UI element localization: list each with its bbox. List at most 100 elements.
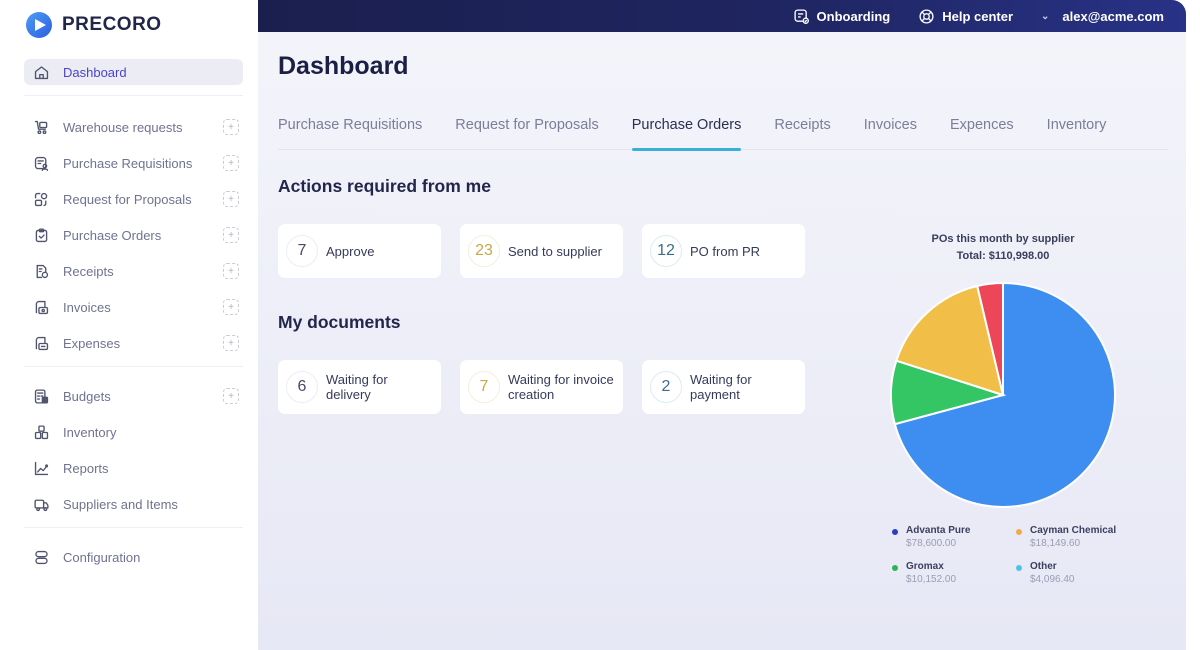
home-icon (32, 63, 50, 81)
top-bar: Onboarding Help center ⌄ alex@acme.com (258, 0, 1186, 32)
tab-inventory[interactable]: Inventory (1047, 110, 1107, 150)
onboarding-icon (793, 8, 809, 24)
sidebar-item-reports[interactable]: Reports (24, 455, 243, 481)
brand-logo[interactable]: PRECORO (26, 12, 162, 38)
documents-section-title: My documents (278, 312, 401, 332)
count-badge: 12 (650, 235, 682, 267)
actions-card[interactable]: 12 PO from PR (642, 224, 805, 278)
sidebar-item-receipts[interactable]: Receipts + (24, 258, 243, 284)
sidebar-item-invoices[interactable]: Invoices + (24, 294, 243, 320)
sidebar-item-label: Warehouse requests (63, 119, 183, 135)
tab-expences[interactable]: Expences (950, 110, 1014, 150)
sidebar-divider (24, 95, 243, 96)
sidebar-item-label: Invoices (63, 299, 111, 315)
tab-invoices[interactable]: Invoices (864, 110, 917, 150)
sidebar-item-label: Reports (63, 460, 109, 476)
chevron-down-icon: ⌄ (1041, 10, 1050, 22)
add-plus-icon[interactable]: + (223, 227, 239, 243)
add-plus-icon[interactable]: + (223, 335, 239, 351)
sidebar-item-label: Receipts (63, 263, 114, 279)
documents-cards: 6 Waiting for delivery 7 Waiting for invoic… (278, 360, 805, 414)
legend-dot (892, 565, 898, 571)
sidebar-item-label: Purchase Orders (63, 227, 162, 243)
tab-purchase-orders[interactable]: Purchase Orders (631, 110, 741, 151)
dashboard-tabs: Purchase Requisitions Request for Proposa… (278, 110, 1168, 151)
expense-icon (32, 334, 50, 352)
documents-card[interactable]: 7 Waiting for invoice creation (460, 360, 623, 414)
boxes-icon (32, 423, 50, 441)
card-label: Send to supplier (508, 243, 602, 259)
precoro-logo-icon (26, 12, 52, 38)
actions-card[interactable]: 23 Send to supplier (460, 224, 623, 278)
legend-value: $18,149.60 (1030, 538, 1081, 549)
count-badge: 7 (286, 235, 318, 267)
legend-item: Cayman Chemical $18,149.60 (1016, 525, 1146, 549)
card-label: Waiting for invoice creation (508, 372, 614, 402)
legend-dot (1016, 529, 1022, 535)
sidebar-item-label: Budgets (63, 388, 111, 404)
user-email: alex@acme.com (1062, 8, 1164, 24)
legend-name: Cayman Chemical (1030, 525, 1117, 536)
sidebar-divider (24, 527, 243, 528)
sidebar-item-label: Suppliers and Items (63, 496, 178, 512)
actions-cards: 7 Approve 23 Send to supplier 12 PO from PR (278, 224, 805, 278)
add-plus-icon[interactable]: + (223, 263, 239, 279)
config-icon (32, 548, 50, 566)
add-plus-icon[interactable]: + (223, 191, 239, 207)
actions-card[interactable]: 7 Approve (278, 224, 441, 278)
clipboard-check-icon (32, 226, 50, 244)
add-plus-icon[interactable]: + (223, 119, 239, 135)
sidebar-item-label: Expenses (63, 335, 121, 351)
card-label: Waiting for delivery (326, 372, 388, 402)
sidebar-item-label: Request for Proposals (63, 191, 192, 207)
chart-line-icon (32, 459, 50, 477)
add-plus-icon[interactable]: + (223, 388, 239, 404)
sidebar-item-dashboard[interactable]: Dashboard (24, 59, 243, 85)
user-menu[interactable]: ⌄ alex@acme.com (1041, 9, 1164, 24)
documents-card[interactable]: 2 Waiting for payment (642, 360, 805, 414)
actions-section-title: Actions required from me (278, 176, 491, 196)
help-center-label: Help center (942, 8, 1014, 24)
legend-value: $10,152.00 (906, 574, 957, 585)
sidebar-item-budgets[interactable]: Budgets + (24, 383, 243, 409)
sidebar-item-inventory[interactable]: Inventory (24, 419, 243, 445)
tab-receipts[interactable]: Receipts (774, 110, 830, 150)
lifebuoy-icon (919, 8, 934, 24)
main-panel: Onboarding Help center ⌄ alex@acme.com D… (258, 0, 1186, 650)
legend-name: Other (1030, 561, 1057, 572)
add-plus-icon[interactable]: + (223, 155, 239, 171)
requisition-icon (32, 154, 50, 172)
cart-icon (32, 118, 50, 136)
sidebar-item-configuration[interactable]: Configuration (24, 544, 243, 570)
documents-card[interactable]: 6 Waiting for delivery (278, 360, 441, 414)
brand-name: PRECORO (62, 14, 162, 35)
legend-value: $78,600.00 (906, 538, 957, 549)
card-label: PO from PR (690, 243, 761, 259)
sidebar-item-label: Configuration (63, 549, 141, 565)
invoice-icon (32, 298, 50, 316)
legend-value: $4,096.40 (1030, 574, 1075, 585)
sidebar-item-request-for-proposals[interactable]: Request for Proposals + (24, 186, 243, 212)
sidebar-item-purchase-requisitions[interactable]: Purchase Requisitions + (24, 150, 243, 176)
legend-name: Gromax (906, 561, 944, 572)
sidebar-item-warehouse-requests[interactable]: Warehouse requests + (24, 114, 243, 140)
sidebar-divider (24, 366, 243, 367)
tab-purchase-requisitions[interactable]: Purchase Requisitions (278, 110, 422, 150)
legend-name: Advanta Pure (906, 525, 971, 536)
legend-item: Advanta Pure $78,600.00 (892, 525, 1022, 549)
count-badge: 6 (286, 371, 318, 403)
sidebar-item-suppliers-and-items[interactable]: Suppliers and Items (24, 491, 243, 517)
legend-item: Other $4,096.40 (1016, 561, 1146, 585)
help-center-link[interactable]: Help center (918, 8, 1013, 25)
sidebar-item-label: Purchase Requisitions (63, 155, 193, 171)
sidebar: PRECORO Dashboard Warehouse requests + Purc… (0, 0, 258, 650)
sidebar-item-purchase-orders[interactable]: Purchase Orders + (24, 222, 243, 248)
onboarding-link[interactable]: Onboarding (793, 8, 891, 25)
tab-request-for-proposals[interactable]: Request for Proposals (455, 110, 598, 150)
onboarding-label: Onboarding (816, 8, 891, 24)
add-plus-icon[interactable]: + (223, 299, 239, 315)
receipt-icon (32, 262, 50, 280)
sidebar-item-expenses[interactable]: Expenses + (24, 330, 243, 356)
chart-title: POs this month by supplier (931, 233, 1075, 245)
calculator-icon (32, 387, 50, 405)
